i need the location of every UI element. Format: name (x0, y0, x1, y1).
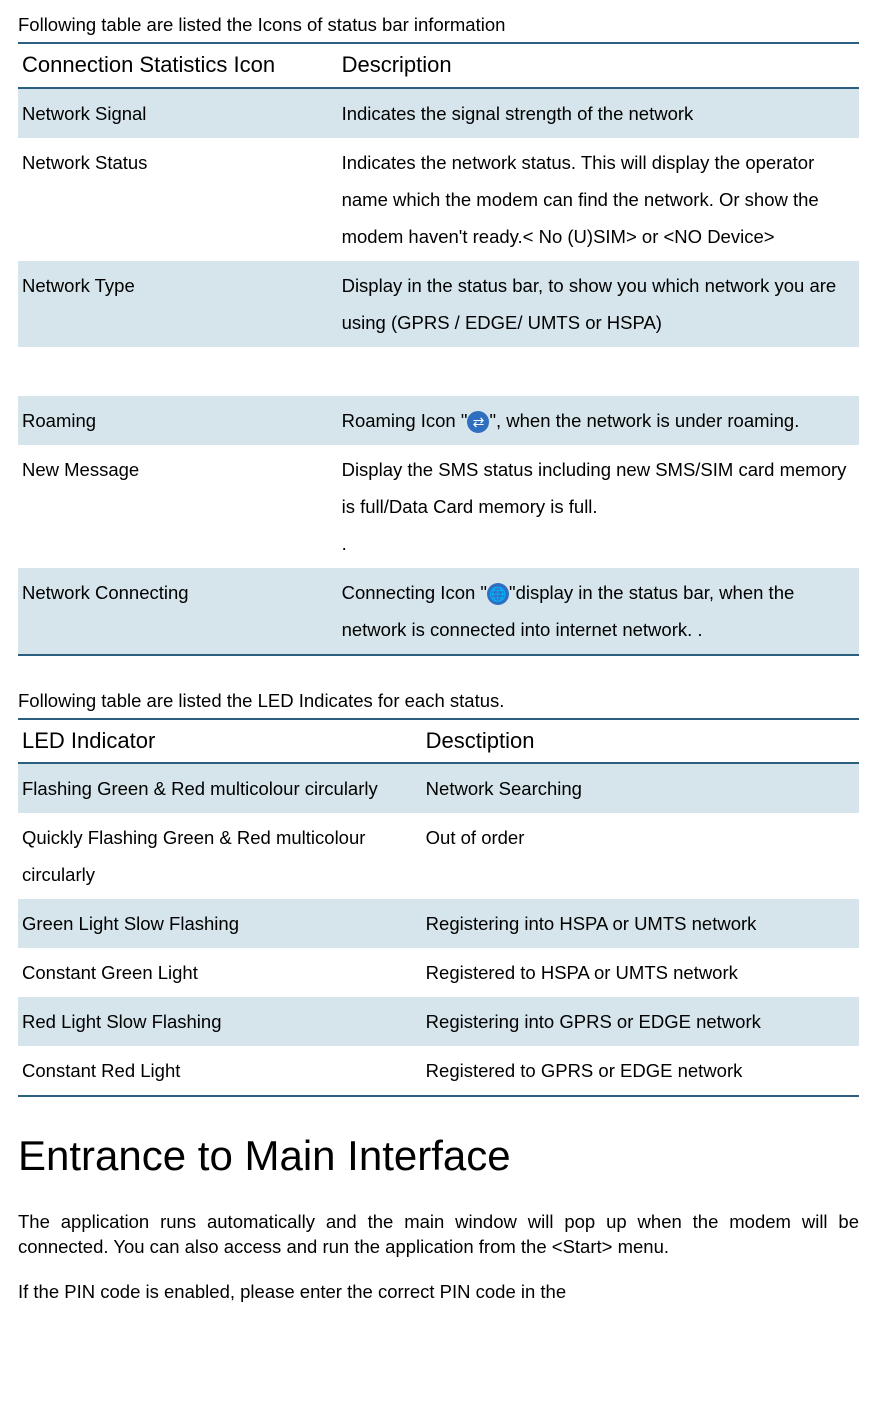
cell-icon-name: Network Signal (18, 88, 338, 138)
roaming-icon: ⇄ (467, 411, 489, 433)
table-row: Network TypeDisplay in the status bar, t… (18, 261, 859, 347)
cell-description: Roaming Icon "⇄", when the network is un… (338, 396, 859, 445)
led-indicator-table: LED Indicator Desctiption Flashing Green… (18, 718, 859, 1098)
table-row: Constant Red LightRegistered to GPRS or … (18, 1046, 859, 1096)
cell-icon-name (18, 347, 338, 396)
table-row: Red Light Slow FlashingRegistering into … (18, 997, 859, 1046)
cell-icon-name: New Message (18, 445, 338, 568)
paragraph-1: The application runs automatically and t… (18, 1210, 859, 1260)
table-row: Network ConnectingConnecting Icon "🌐"dis… (18, 568, 859, 655)
connecting-icon: 🌐 (487, 583, 509, 605)
cell-description: Display the SMS status including new SMS… (338, 445, 859, 568)
paragraph-2: If the PIN code is enabled, please enter… (18, 1280, 859, 1305)
cell-led: Red Light Slow Flashing (18, 997, 422, 1046)
cell-desc: Registering into GPRS or EDGE network (422, 997, 859, 1046)
cell-desc: Out of order (422, 813, 859, 899)
cell-led: Quickly Flashing Green & Red multicolour… (18, 813, 422, 899)
cell-desc: Network Searching (422, 763, 859, 813)
cell-led: Constant Red Light (18, 1046, 422, 1096)
table-row (18, 347, 859, 396)
cell-description: Indicates the signal strength of the net… (338, 88, 859, 138)
table-row: New MessageDisplay the SMS status includ… (18, 445, 859, 568)
t2-head-desc: Desctiption (422, 719, 859, 764)
cell-icon-name: Network Connecting (18, 568, 338, 655)
table-row: RoamingRoaming Icon "⇄", when the networ… (18, 396, 859, 445)
table-row: Green Light Slow FlashingRegistering int… (18, 899, 859, 948)
cell-desc: Registering into HSPA or UMTS network (422, 899, 859, 948)
table-row: Network SignalIndicates the signal stren… (18, 88, 859, 138)
cell-description: Indicates the network status. This will … (338, 138, 859, 261)
section-heading: Entrance to Main Interface (18, 1127, 859, 1186)
cell-led: Flashing Green & Red multicolour circula… (18, 763, 422, 813)
cell-desc: Registered to HSPA or UMTS network (422, 948, 859, 997)
cell-led: Green Light Slow Flashing (18, 899, 422, 948)
table-row: Network StatusIndicates the network stat… (18, 138, 859, 261)
t1-head-icon: Connection Statistics Icon (18, 43, 338, 88)
cell-description (338, 347, 859, 396)
t1-head-desc: Description (338, 43, 859, 88)
table-row: Flashing Green & Red multicolour circula… (18, 763, 859, 813)
cell-description: Display in the status bar, to show you w… (338, 261, 859, 347)
cell-desc: Registered to GPRS or EDGE network (422, 1046, 859, 1096)
intro-text-1: Following table are listed the Icons of … (18, 12, 859, 38)
cell-led: Constant Green Light (18, 948, 422, 997)
cell-icon-name: Network Type (18, 261, 338, 347)
cell-icon-name: Network Status (18, 138, 338, 261)
table-row: Quickly Flashing Green & Red multicolour… (18, 813, 859, 899)
table-row: Constant Green LightRegistered to HSPA o… (18, 948, 859, 997)
t2-head-led: LED Indicator (18, 719, 422, 764)
intro-text-2: Following table are listed the LED Indic… (18, 688, 859, 714)
status-bar-icons-table: Connection Statistics Icon Description N… (18, 42, 859, 656)
cell-icon-name: Roaming (18, 396, 338, 445)
cell-description: Connecting Icon "🌐"display in the status… (338, 568, 859, 655)
